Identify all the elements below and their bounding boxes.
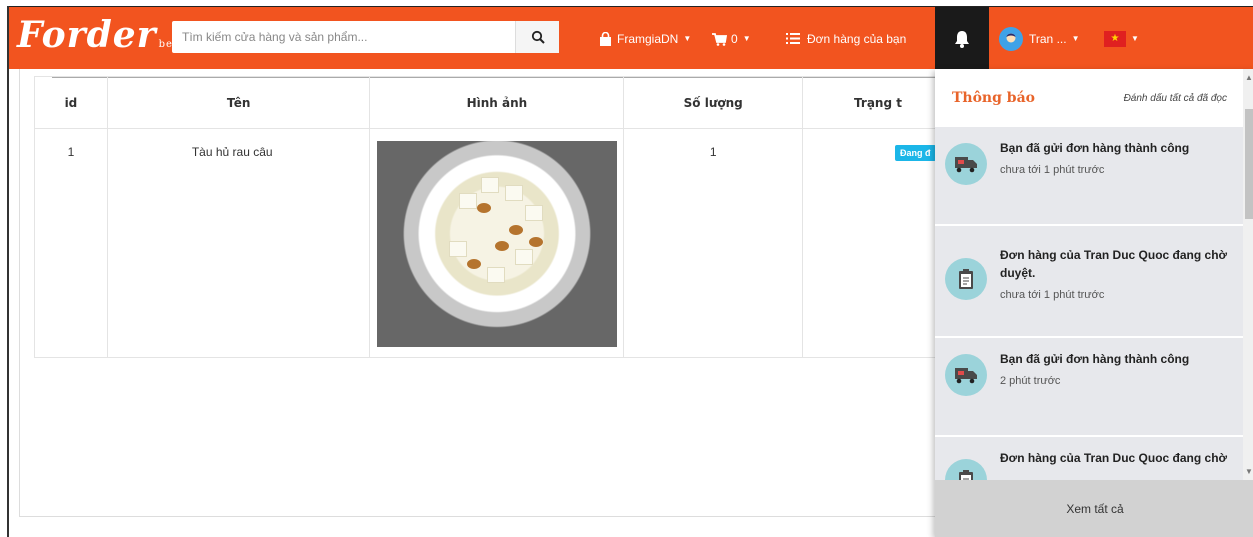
- chevron-down-icon: ▼: [742, 34, 751, 43]
- column-header-name: Tên: [106, 76, 371, 129]
- user-name: Tran ...: [1029, 31, 1067, 46]
- notification-dropdown: Thông báo Đánh dấu tất cả đã đọc Bạn đã …: [935, 69, 1253, 537]
- shop-name: FramgiaDN: [617, 31, 679, 46]
- product-image: [376, 141, 617, 347]
- orders-link[interactable]: Đơn hàng của bạn: [786, 7, 906, 70]
- notification-header: Thông báo Đánh dấu tất cả đã đọc: [935, 69, 1253, 127]
- user-menu[interactable]: Tran ... ▼: [999, 7, 1080, 70]
- cell-id: 1: [34, 128, 108, 358]
- scroll-down-icon[interactable]: ▼: [1243, 467, 1253, 476]
- column-header-id: id: [34, 76, 108, 129]
- notification-list: Bạn đã gửi đơn hàng thành công chưa tới 1…: [935, 127, 1243, 480]
- shopping-bag-icon: [600, 31, 611, 46]
- notification-button[interactable]: [935, 7, 989, 70]
- notification-title: Thông báo: [952, 90, 1035, 106]
- chevron-down-icon: ▼: [683, 34, 692, 43]
- clipboard-icon: [945, 459, 987, 480]
- cell-status: Đang đ: [802, 128, 954, 358]
- truck-icon: [945, 143, 987, 185]
- search-input[interactable]: [172, 21, 515, 53]
- logo[interactable]: Forderbeta: [17, 13, 185, 67]
- vietnam-flag-icon: ★: [1104, 30, 1126, 47]
- notification-item[interactable]: Đơn hàng của Tran Duc Quoc đang chờ: [935, 437, 1243, 480]
- cell-quantity: 1: [623, 128, 804, 358]
- column-header-image: Hình ảnh: [369, 76, 625, 129]
- search-bar: [172, 21, 559, 53]
- logo-text: Forder: [17, 14, 157, 56]
- chevron-down-icon: ▼: [1131, 34, 1139, 43]
- table-row: 1 Tàu hủ rau câu 1 Đang đ: [34, 128, 954, 358]
- notification-item[interactable]: Bạn đã gửi đơn hàng thành công 2 phút trư…: [935, 338, 1243, 437]
- avatar: [999, 26, 1023, 51]
- notification-item[interactable]: Đơn hàng của Tran Duc Quoc đang chờ duyệ…: [935, 226, 1243, 338]
- cell-image: [369, 128, 625, 358]
- notification-time: chưa tới 1 phút trước: [1000, 289, 1105, 301]
- search-icon: [531, 30, 545, 44]
- scroll-up-icon[interactable]: ▲: [1243, 73, 1253, 82]
- truck-icon: [945, 354, 987, 396]
- mark-all-read-link[interactable]: Đánh dấu tất cả đã đọc: [1124, 93, 1227, 104]
- list-icon: [786, 33, 800, 44]
- cart-menu[interactable]: 0 ▼: [711, 7, 751, 70]
- search-button[interactable]: [515, 21, 559, 53]
- status-badge: Đang đ: [895, 145, 936, 161]
- column-header-quantity: Số lượng: [623, 76, 804, 129]
- column-header-status: Trạng t: [802, 76, 954, 129]
- scrollbar-thumb[interactable]: [1245, 109, 1253, 219]
- notification-scrollbar[interactable]: ▲ ▼: [1243, 69, 1253, 480]
- see-all-button[interactable]: Xem tất cả: [935, 480, 1253, 537]
- clipboard-icon: [945, 258, 987, 300]
- shop-menu[interactable]: FramgiaDN ▼: [599, 7, 691, 70]
- cart-count: 0: [731, 31, 738, 46]
- notification-text: Đơn hàng của Tran Duc Quoc đang chờ: [1000, 451, 1228, 465]
- language-menu[interactable]: ★ ▼: [1104, 7, 1139, 70]
- cart-icon: [712, 32, 727, 46]
- bell-icon: [955, 30, 969, 48]
- chevron-down-icon: ▼: [1071, 34, 1080, 43]
- cell-name: Tàu hủ rau câu: [106, 128, 371, 358]
- order-table: id Tên Hình ảnh Số lượng Trạng t 1 Tàu h…: [34, 76, 954, 358]
- orders-link-label: Đơn hàng của bạn: [807, 31, 907, 46]
- notification-item[interactable]: Bạn đã gửi đơn hàng thành công chưa tới 1…: [935, 127, 1243, 226]
- notification-time: chưa tới 1 phút trước: [1000, 164, 1105, 176]
- app-window: Forderbeta FramgiaDN ▼ 0 ▼ Đơn hàng của …: [7, 6, 1253, 537]
- notification-text: Bạn đã gửi đơn hàng thành công: [1000, 352, 1190, 366]
- notification-text: Bạn đã gửi đơn hàng thành công: [1000, 141, 1190, 155]
- top-navbar: Forderbeta FramgiaDN ▼ 0 ▼ Đơn hàng của …: [9, 6, 1253, 70]
- table-header-row: id Tên Hình ảnh Số lượng Trạng t: [34, 76, 954, 129]
- notification-time: 2 phút trước: [1000, 375, 1061, 387]
- notification-text: Đơn hàng của Tran Duc Quoc đang chờ duyệ…: [1000, 248, 1228, 280]
